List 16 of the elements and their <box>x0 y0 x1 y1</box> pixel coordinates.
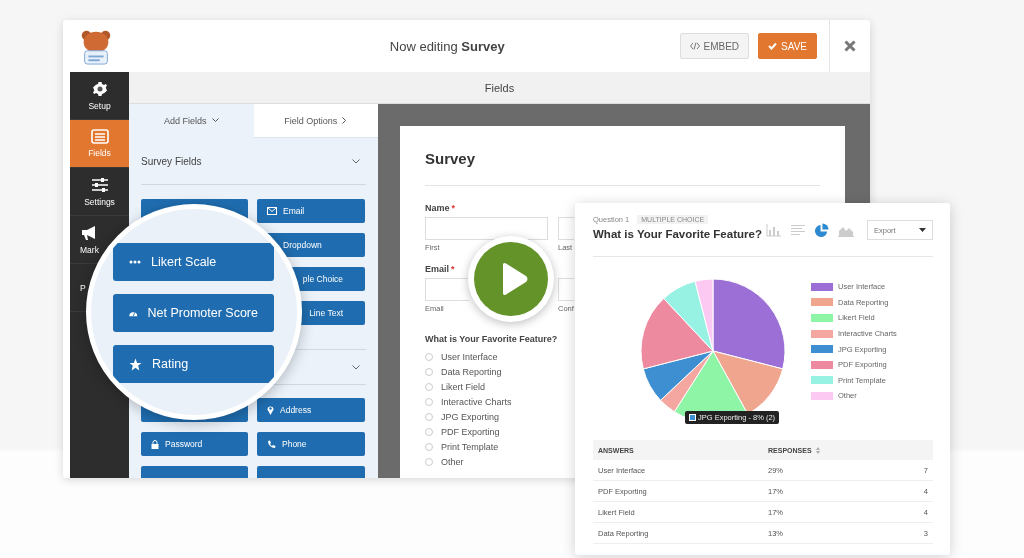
report-title: What is Your Favorite Feature? <box>593 228 762 240</box>
field-label: Email * <box>425 264 456 274</box>
section-title: Fields <box>484 81 515 94</box>
option-label: Interactive Charts <box>441 396 512 407</box>
question-label: What is Your Favorite Feature? <box>425 334 559 344</box>
option-label: Print Template <box>441 441 499 452</box>
window-title: Now editing Survey <box>388 38 506 54</box>
option-label: JPG Exporting <box>441 411 500 422</box>
option-label: Data Reporting <box>441 366 502 377</box>
section-heading: Survey Fields <box>141 155 202 167</box>
option-label: PDF Exporting <box>441 426 500 437</box>
form-title: Survey <box>425 149 477 168</box>
option-label: User Interface <box>441 351 498 362</box>
option-label: Other <box>441 456 464 467</box>
field-label: Name * <box>425 203 457 213</box>
option-label: Likert Field <box>441 381 485 392</box>
